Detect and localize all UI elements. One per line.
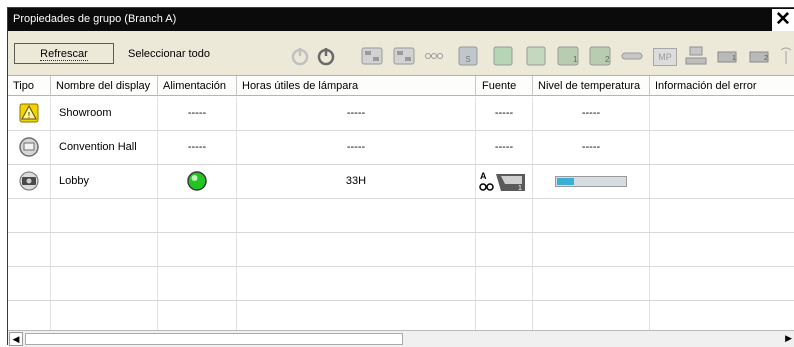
- column-header-type[interactable]: Tipo: [8, 76, 51, 96]
- column-header-lamp-hours[interactable]: Horas útiles de lámpara: [237, 76, 476, 96]
- power-on-icon[interactable]: [289, 46, 311, 66]
- network-icon[interactable]: [684, 46, 708, 66]
- table-row[interactable]: ! Showroom ----- ----- ----- -----: [8, 97, 794, 131]
- type-cell: [8, 165, 51, 198]
- table-row: [8, 199, 794, 233]
- error-info-value: [650, 165, 794, 198]
- projector-1-icon[interactable]: 1: [716, 46, 740, 66]
- close-button[interactable]: ✕: [772, 9, 794, 31]
- column-header-temperature[interactable]: Nivel de temperatura: [533, 76, 650, 96]
- table-row: [8, 233, 794, 267]
- input-1-icon[interactable]: [360, 46, 384, 66]
- scroll-left-arrow-icon[interactable]: ◀: [9, 332, 23, 346]
- column-header-power[interactable]: Alimentación: [158, 76, 237, 96]
- projector-2-icon[interactable]: 2: [748, 46, 772, 66]
- power-cell: [158, 165, 237, 198]
- column-header-source[interactable]: Fuente: [476, 76, 533, 96]
- display-name: Showroom: [51, 97, 158, 130]
- warning-projector-icon: !: [19, 103, 39, 123]
- svg-text:S: S: [465, 55, 470, 64]
- svg-text:1: 1: [518, 185, 522, 192]
- type-cell: [8, 131, 51, 164]
- power-off-icon[interactable]: [315, 46, 337, 66]
- source-d-icon[interactable]: [492, 46, 514, 66]
- temperature-value: -----: [533, 131, 650, 164]
- panel-2-icon[interactable]: 2: [588, 46, 612, 66]
- source-value: -----: [476, 97, 533, 130]
- scroll-right-arrow-icon[interactable]: ▶: [785, 333, 792, 344]
- table-row: [8, 267, 794, 301]
- refresh-button[interactable]: Refrescar: [14, 43, 114, 64]
- power-green-led-icon: [187, 171, 207, 191]
- projector-dark-icon: [19, 171, 39, 191]
- select-all-button[interactable]: Seleccionar todo: [116, 43, 222, 64]
- temperature-gauge-fill: [557, 177, 574, 185]
- horizontal-scrollbar[interactable]: ◀ ▶: [8, 330, 794, 347]
- source-cell: A1: [476, 165, 533, 198]
- column-header-display-name[interactable]: Nombre del display: [51, 76, 158, 96]
- title-bar: Propiedades de grupo (Branch A) ✕: [8, 8, 794, 31]
- temperature-gauge: [555, 175, 627, 187]
- group-properties-grid: Tipo Nombre del display Alimentación Hor…: [8, 75, 794, 334]
- temperature-value: -----: [533, 97, 650, 130]
- projector-grey-icon: [19, 137, 39, 157]
- temperature-cell: [533, 165, 650, 198]
- table-row[interactable]: Lobby 33H A1: [8, 165, 794, 199]
- input-3-icon[interactable]: [422, 46, 446, 66]
- group-properties-window: Propiedades de grupo (Branch A) ✕ Refres…: [7, 7, 794, 347]
- lamp-hours-value: -----: [237, 131, 476, 164]
- svg-text:2: 2: [605, 55, 610, 64]
- wireless-icon[interactable]: [777, 46, 794, 66]
- source-a-computer-1-icon: A1: [479, 171, 525, 192]
- av-mute-icon[interactable]: [620, 46, 644, 66]
- mp-icon[interactable]: MP: [653, 48, 677, 66]
- svg-text:1: 1: [573, 55, 578, 64]
- error-info-value: [650, 131, 794, 164]
- toolbar: Refrescar Seleccionar todo S 1 2 MP 1 2: [8, 33, 794, 75]
- panel-1-icon[interactable]: 1: [556, 46, 580, 66]
- svg-text:1: 1: [732, 55, 736, 62]
- display-name: Convention Hall: [51, 131, 158, 164]
- column-header-error-info[interactable]: Información del error: [650, 76, 794, 96]
- source-value: -----: [476, 131, 533, 164]
- input-2-icon[interactable]: [392, 46, 416, 66]
- lamp-hours-value: -----: [237, 97, 476, 130]
- power-value: -----: [158, 131, 237, 164]
- power-value: -----: [158, 97, 237, 130]
- source-p-icon[interactable]: [525, 46, 547, 66]
- svg-text:2: 2: [764, 55, 768, 62]
- window-title: Propiedades de grupo (Branch A): [13, 13, 177, 25]
- type-cell: !: [8, 97, 51, 130]
- scrollbar-thumb[interactable]: [25, 333, 403, 345]
- refresh-label: Refrescar: [40, 48, 88, 61]
- source-s-icon[interactable]: S: [457, 46, 479, 66]
- svg-text:!: !: [28, 111, 30, 120]
- display-name: Lobby: [51, 165, 158, 198]
- error-info-value: [650, 97, 794, 130]
- lamp-hours-value: 33H: [237, 165, 476, 198]
- table-row[interactable]: Convention Hall ----- ----- ----- -----: [8, 131, 794, 165]
- svg-text:A: A: [480, 171, 487, 181]
